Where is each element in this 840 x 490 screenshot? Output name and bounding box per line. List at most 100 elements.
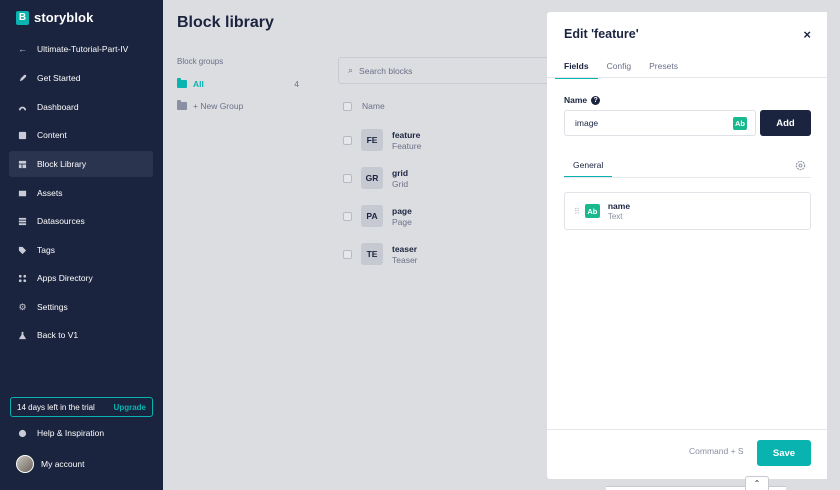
brand-name: storyblok bbox=[34, 10, 94, 25]
table-row[interactable]: FE feature Feature bbox=[343, 129, 421, 151]
close-icon[interactable]: × bbox=[803, 28, 811, 41]
search-placeholder: Search blocks bbox=[359, 65, 413, 76]
page-title: Block library bbox=[177, 14, 274, 31]
drag-handle-icon[interactable]: ⠿ bbox=[574, 207, 580, 216]
row-checkbox[interactable] bbox=[343, 173, 352, 183]
sidebar: B storyblok ← Ultimate-Tutorial-Part-IV … bbox=[0, 0, 163, 490]
help-label: Help & Inspiration bbox=[37, 428, 105, 438]
lifebuoy-icon bbox=[18, 429, 27, 438]
name-label-text: Name bbox=[564, 95, 588, 105]
back-to-space[interactable]: ← Ultimate-Tutorial-Part-IV bbox=[9, 36, 153, 62]
table-row[interactable]: GR grid Grid bbox=[343, 167, 408, 189]
block-badge: TE bbox=[361, 243, 383, 265]
sidebar-item-dashboard[interactable]: Dashboard bbox=[9, 94, 153, 120]
field-name-input[interactable]: image Ab bbox=[564, 110, 756, 136]
row-checkbox[interactable] bbox=[343, 135, 352, 145]
rocket-icon bbox=[18, 74, 27, 83]
sidebar-item-get-started[interactable]: Get Started bbox=[9, 65, 153, 91]
sidebar-item-datasources[interactable]: Datasources bbox=[9, 208, 153, 234]
add-field-button[interactable]: Add bbox=[760, 110, 811, 136]
edit-block-panel: Edit 'feature' × Fields Config Presets N… bbox=[547, 12, 827, 479]
sidebar-item-label: Dashboard bbox=[37, 102, 79, 112]
panel-title: Edit 'feature' bbox=[564, 27, 639, 41]
name-label: Name ? bbox=[564, 95, 601, 105]
sidebar-item-tags[interactable]: Tags bbox=[9, 237, 153, 263]
arrow-left-icon: ← bbox=[18, 44, 27, 54]
account-label: My account bbox=[41, 459, 85, 469]
group-all[interactable]: All 4 bbox=[177, 77, 299, 91]
select-all-checkbox[interactable] bbox=[343, 101, 352, 111]
apps-icon bbox=[18, 274, 27, 283]
flask-icon bbox=[18, 331, 27, 340]
gear-icon[interactable] bbox=[795, 160, 806, 171]
group-count: 4 bbox=[294, 79, 299, 89]
avatar bbox=[16, 455, 34, 473]
block-type: Feature bbox=[392, 140, 422, 151]
table-row[interactable]: TE teaser Teaser bbox=[343, 243, 418, 265]
sidebar-item-label: Back to V1 bbox=[37, 330, 79, 340]
column-name-header[interactable]: Name bbox=[362, 101, 385, 111]
tab-fields[interactable]: Fields bbox=[555, 59, 598, 79]
trial-text: 14 days left in the trial bbox=[17, 402, 95, 412]
sidebar-item-block-library[interactable]: Block Library bbox=[9, 151, 153, 177]
block-badge: FE bbox=[361, 129, 383, 151]
sidebar-item-label: Get Started bbox=[37, 73, 81, 83]
save-shortcut-hint: Command + S bbox=[689, 446, 744, 456]
folder-icon bbox=[177, 78, 187, 88]
block-badge: GR bbox=[361, 167, 383, 189]
block-text: teaser Teaser bbox=[392, 244, 418, 265]
sidebar-item-assets[interactable]: Assets bbox=[9, 180, 153, 206]
field-type: Text bbox=[607, 211, 623, 221]
save-button[interactable]: Save bbox=[757, 440, 811, 466]
footer-divider bbox=[547, 429, 827, 430]
block-name: teaser bbox=[392, 243, 418, 254]
new-group-button[interactable]: + New Group bbox=[177, 99, 299, 113]
tab-presets[interactable]: Presets bbox=[640, 59, 687, 79]
block-text: feature Feature bbox=[392, 130, 421, 151]
search-input[interactable]: ⌕ Search blocks bbox=[338, 57, 553, 84]
field-name-value: image bbox=[575, 118, 599, 128]
sidebar-item-settings[interactable]: ⚙ Settings bbox=[9, 294, 153, 320]
panel-tabs: Fields Config Presets bbox=[555, 59, 687, 79]
gear-icon: ⚙ bbox=[18, 301, 27, 312]
content-icon bbox=[18, 131, 27, 140]
sidebar-item-apps-directory[interactable]: Apps Directory bbox=[9, 265, 153, 291]
block-text: grid Grid bbox=[392, 168, 408, 189]
upgrade-link[interactable]: Upgrade bbox=[114, 403, 146, 412]
field-type-select-icon[interactable]: Ab bbox=[733, 117, 747, 130]
storyblok-logo-icon: B bbox=[16, 10, 29, 25]
list-icon bbox=[18, 217, 27, 226]
block-name: grid bbox=[392, 167, 409, 178]
block-text: page Page bbox=[392, 206, 412, 227]
help-icon[interactable]: ? bbox=[591, 95, 601, 105]
sidebar-item-label: Datasources bbox=[37, 216, 85, 226]
block-type: Grid bbox=[392, 178, 409, 189]
table-header: Name bbox=[343, 101, 385, 111]
search-icon: ⌕ bbox=[348, 65, 354, 75]
help-inspiration-link[interactable]: Help & Inspiration bbox=[9, 420, 153, 446]
image-icon bbox=[18, 189, 27, 198]
sidebar-item-label: Tags bbox=[37, 245, 55, 255]
block-type: Page bbox=[392, 216, 412, 227]
table-row[interactable]: PA page Page bbox=[343, 205, 412, 227]
tab-general[interactable]: General bbox=[564, 160, 613, 178]
my-account-link[interactable]: My account bbox=[9, 451, 153, 477]
row-checkbox[interactable] bbox=[343, 211, 352, 221]
sidebar-item-label: Assets bbox=[37, 188, 63, 198]
tabs-divider bbox=[547, 77, 827, 78]
block-name: feature bbox=[392, 129, 421, 140]
general-divider bbox=[564, 177, 811, 178]
row-checkbox[interactable] bbox=[343, 249, 352, 259]
tag-icon bbox=[18, 246, 27, 255]
block-badge: PA bbox=[361, 205, 383, 227]
chevron-up-icon[interactable]: ⌃ bbox=[745, 476, 769, 490]
trial-banner[interactable]: 14 days left in the trial Upgrade bbox=[10, 397, 153, 417]
sidebar-item-back-to-v1[interactable]: Back to V1 bbox=[9, 322, 153, 348]
sidebar-item-content[interactable]: Content bbox=[9, 122, 153, 148]
field-item-name[interactable]: ⠿ Ab name Text bbox=[564, 192, 811, 230]
tab-config[interactable]: Config bbox=[598, 59, 641, 79]
block-name: page bbox=[392, 205, 412, 216]
storyblok-logo[interactable]: B storyblok bbox=[16, 10, 93, 25]
field-name: name bbox=[607, 200, 631, 211]
group-label: All bbox=[193, 79, 204, 89]
